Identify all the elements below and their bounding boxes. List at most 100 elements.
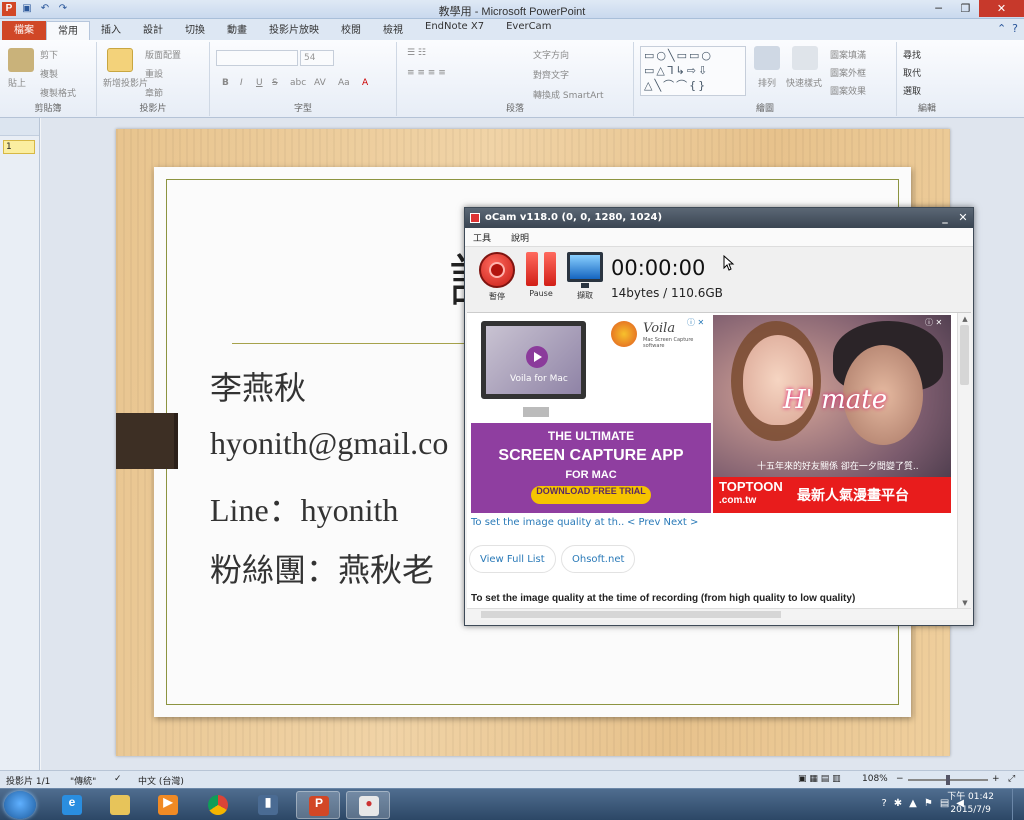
tab-endnote[interactable]: EndNote X7 bbox=[414, 21, 495, 40]
tab-evercam[interactable]: EverCam bbox=[495, 21, 562, 40]
copy-button[interactable]: 複製 bbox=[40, 67, 58, 80]
paste-button[interactable]: 貼上 bbox=[8, 76, 26, 89]
tab-review[interactable]: 校閱 bbox=[330, 21, 372, 40]
help-tray-icon[interactable]: ? bbox=[881, 798, 886, 809]
spellcheck-icon[interactable]: ✓ bbox=[114, 774, 122, 784]
quick-styles-icon[interactable] bbox=[792, 46, 818, 70]
arrange-button[interactable]: 排列 bbox=[758, 76, 776, 89]
tab-file[interactable]: 檔案 bbox=[2, 21, 46, 40]
text-direction-button[interactable]: 文字方向 bbox=[533, 48, 569, 61]
theme-name[interactable]: "傳統" bbox=[70, 774, 96, 787]
format-painter-button[interactable]: 複製格式 bbox=[40, 86, 76, 99]
scroll-thumb[interactable] bbox=[960, 325, 969, 385]
record-button[interactable]: 暫停 bbox=[477, 252, 517, 302]
align-icons[interactable]: ≡ ≡ ≡ ≡ bbox=[407, 68, 446, 78]
quality-link[interactable]: To set the image quality at th.. bbox=[471, 517, 624, 528]
scroll-down-icon[interactable]: ▼ bbox=[958, 599, 972, 607]
scroll-up-icon[interactable]: ▲ bbox=[958, 315, 972, 323]
paste-icon[interactable] bbox=[8, 48, 34, 72]
new-slide-icon[interactable] bbox=[107, 48, 133, 72]
quick-styles-button[interactable]: 快速樣式 bbox=[786, 76, 822, 89]
show-hidden-icon[interactable]: ▲ bbox=[909, 798, 917, 809]
underline-button[interactable]: U bbox=[256, 78, 263, 88]
replace-button[interactable]: 取代 bbox=[903, 66, 921, 79]
pause-button[interactable]: Pause bbox=[521, 252, 561, 298]
tool-icon[interactable]: ▮ bbox=[246, 791, 290, 819]
bullets-icon[interactable]: ☰ ☷ bbox=[407, 48, 426, 58]
collapse-ribbon-icon[interactable]: ⌃ bbox=[997, 22, 1006, 35]
ocam-taskbar-icon[interactable]: ● bbox=[346, 791, 390, 819]
font-size-select[interactable]: 54 bbox=[300, 50, 334, 66]
char-spacing-button[interactable]: AV bbox=[314, 78, 326, 88]
section-button[interactable]: 章節 bbox=[145, 86, 163, 99]
zoom-in-button[interactable]: + bbox=[992, 774, 1000, 784]
tab-view[interactable]: 檢視 bbox=[372, 21, 414, 40]
bold-button[interactable]: B bbox=[222, 78, 229, 88]
view-normal-icon[interactable]: ▣ ▦ ▤ ▥ bbox=[798, 774, 841, 784]
layout-button[interactable]: 版面配置 bbox=[145, 48, 181, 61]
tab-home[interactable]: 常用 bbox=[46, 21, 90, 40]
slide-line-line-id[interactable]: Line：hyonith bbox=[210, 485, 398, 531]
ie-icon[interactable]: e bbox=[50, 791, 94, 819]
smartart-button[interactable]: 轉換成 SmartArt bbox=[533, 88, 603, 101]
voila-ad[interactable]: Voila for Mac Voila Mac Screen Capture s… bbox=[471, 315, 711, 513]
fit-slide-icon[interactable]: ⤢ bbox=[1008, 774, 1015, 784]
strikethrough-button[interactable]: S bbox=[272, 78, 278, 88]
toptoon-ad[interactable]: H' mate ⓘ ✕ 十五年來的好友關係 卻在一夕間變了質.. TOPTOON… bbox=[713, 315, 951, 513]
menu-help[interactable]: 說明 bbox=[511, 231, 529, 244]
find-button[interactable]: 尋找 bbox=[903, 48, 921, 61]
tab-animations[interactable]: 動畫 bbox=[216, 21, 258, 40]
font-family-select[interactable] bbox=[216, 50, 298, 66]
shape-outline-button[interactable]: 圖案外框 bbox=[830, 66, 866, 79]
font-color-button[interactable]: A bbox=[362, 78, 368, 88]
maximize-button[interactable]: ❐ bbox=[952, 0, 979, 17]
view-full-list-button[interactable]: View Full List bbox=[469, 545, 556, 573]
new-slide-button[interactable]: 新增投影片 bbox=[103, 76, 148, 89]
shape-effects-button[interactable]: 圖案效果 bbox=[830, 84, 866, 97]
shapes-gallery[interactable]: ▭○╲▭▭○ ▭△ᒣ↳⇨⇩ △╲⌒⌒{} bbox=[640, 46, 746, 96]
zoom-out-button[interactable]: − bbox=[896, 774, 904, 784]
hscroll-thumb[interactable] bbox=[481, 611, 781, 618]
shape-fill-button[interactable]: 圖案填滿 bbox=[830, 48, 866, 61]
minimize-button[interactable]: ─ bbox=[925, 0, 952, 17]
horizontal-scrollbar[interactable] bbox=[467, 608, 971, 620]
select-button[interactable]: 選取 bbox=[903, 84, 921, 97]
cut-button[interactable]: 剪下 bbox=[40, 48, 58, 61]
align-text-button[interactable]: 對齊文字 bbox=[533, 68, 569, 81]
slide-thumbnail-1[interactable]: 1 bbox=[3, 140, 35, 154]
change-case-button[interactable]: Aa bbox=[338, 78, 350, 88]
flag-icon[interactable]: ⚑ bbox=[924, 798, 933, 809]
ocam-close-button[interactable]: ✕ bbox=[955, 208, 971, 228]
language-indicator[interactable]: 中文 (台灣) bbox=[138, 774, 184, 787]
tab-transitions[interactable]: 切換 bbox=[174, 21, 216, 40]
powerpoint-taskbar-icon[interactable]: P bbox=[296, 791, 340, 819]
prev-next-pager[interactable]: < Prev Next > bbox=[627, 517, 698, 528]
chrome-icon[interactable] bbox=[196, 791, 240, 819]
media-player-icon[interactable]: ▶ bbox=[146, 791, 190, 819]
tab-insert[interactable]: 插入 bbox=[90, 21, 132, 40]
download-trial-button[interactable]: DOWNLOAD FREE TRIAL bbox=[531, 486, 651, 504]
zoom-slider[interactable] bbox=[908, 775, 988, 785]
ad-choices-icon[interactable]: ⓘ ✕ bbox=[687, 317, 709, 327]
arrange-icon[interactable] bbox=[754, 46, 780, 70]
reset-button[interactable]: 重設 bbox=[145, 67, 163, 80]
menu-tools[interactable]: 工具 bbox=[473, 231, 491, 244]
slide-line-fanpage[interactable]: 粉絲團：燕秋老 bbox=[210, 545, 434, 591]
slide-line-name[interactable]: 李燕秋 bbox=[210, 363, 306, 409]
help-icon[interactable]: ? bbox=[1012, 22, 1018, 35]
start-button[interactable] bbox=[4, 791, 36, 819]
vertical-scrollbar[interactable]: ▲ ▼ bbox=[957, 313, 971, 609]
shadow-button[interactable]: abc bbox=[290, 78, 306, 88]
close-button[interactable]: ✕ bbox=[979, 0, 1024, 17]
ad-choices-icon-2[interactable]: ⓘ ✕ bbox=[925, 317, 947, 327]
ohsoft-link-button[interactable]: Ohsoft.net bbox=[561, 545, 636, 573]
capture-button[interactable]: 擷取 bbox=[565, 252, 605, 301]
explorer-icon[interactable] bbox=[98, 791, 142, 819]
zoom-level[interactable]: 108% bbox=[862, 774, 888, 784]
show-desktop-button[interactable] bbox=[1012, 789, 1024, 820]
tab-slideshow[interactable]: 投影片放映 bbox=[258, 21, 330, 40]
clock[interactable]: 下午 01:42 2015/7/9 bbox=[947, 791, 994, 817]
ocam-minimize-button[interactable]: _ bbox=[937, 208, 953, 228]
tab-design[interactable]: 設計 bbox=[132, 21, 174, 40]
settings-tray-icon[interactable]: ✱ bbox=[894, 798, 902, 809]
